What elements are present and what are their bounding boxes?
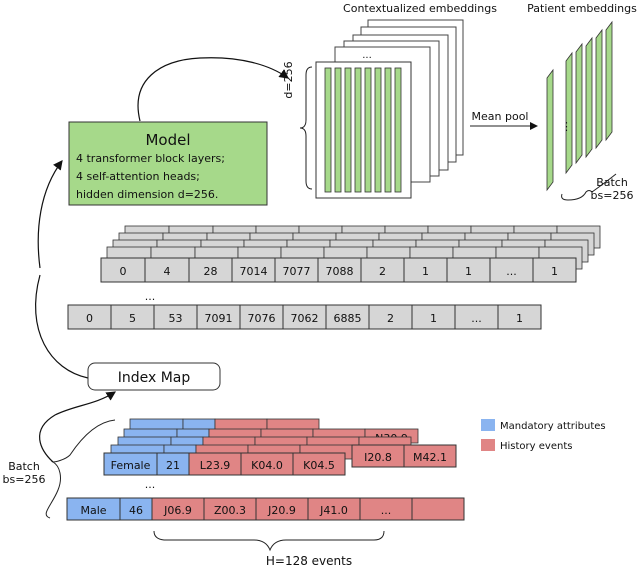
embedding-column — [324, 67, 332, 193]
event-cell-value: Male — [80, 504, 106, 517]
h-events-label: H=128 events — [266, 554, 352, 568]
bs-top-label: bs=256 — [591, 189, 634, 202]
event-cell-value: J06.9 — [163, 504, 192, 517]
legend-label-mandatory: Mandatory attributes — [500, 421, 606, 432]
index-cell-value: 0 — [86, 312, 93, 325]
index-rows-stack: 0 4 28 7014 7077 7088 2 1 1... 1 — [100, 225, 601, 283]
event-ellipsis: ... — [145, 478, 156, 491]
legend-swatch-history — [481, 439, 495, 451]
embedding-column — [394, 67, 402, 193]
index-ellipsis: ... — [145, 290, 156, 303]
embedding-column — [374, 67, 382, 193]
d-label: d=256 — [282, 61, 295, 98]
sheet-ellipsis: ... — [362, 50, 372, 61]
index-cell-value: ... — [471, 312, 482, 325]
batch-left-label: Batch — [8, 460, 40, 473]
embedding-column — [344, 67, 352, 193]
embedding-column — [334, 67, 342, 193]
index-cell-value: 4 — [164, 265, 171, 278]
patient-vdots: ⋮ — [561, 120, 572, 133]
index-cell-value: 7077 — [283, 265, 311, 278]
model-line-2: 4 self-attention heads; — [76, 170, 200, 183]
index-cell-value: 1 — [516, 312, 523, 325]
event-cell-value: J20.9 — [267, 504, 296, 517]
patient-embedding-bar — [585, 36, 593, 159]
index-cell-value: 7062 — [291, 312, 319, 325]
index-cell-value: 1 — [422, 265, 429, 278]
index-row-last: 0 5 53 7091 7076 7062 6885 2 1... 1 — [67, 304, 542, 330]
patient-embedding-bar — [595, 28, 603, 150]
patient-embeddings — [546, 20, 613, 192]
model-line-3: hidden dimension d=256. — [76, 188, 218, 201]
event-rows-stack: N30.9I20.8M42.1Female21L23.9K04.0K04.5 — [103, 418, 457, 476]
contextualized-title: Contextualized embeddings — [343, 2, 497, 15]
event-cell-value: K04.0 — [251, 459, 283, 472]
embedding-column — [354, 67, 362, 193]
index-cell-value: ... — [506, 265, 517, 278]
patient-title: Patient embeddings — [527, 2, 637, 15]
event-cell-value: 21 — [166, 459, 180, 472]
event-cell-value: Z00.3 — [214, 504, 246, 517]
bs-left-label: bs=256 — [3, 473, 46, 486]
index-cell-value: 7076 — [248, 312, 276, 325]
patient-embedding-bar — [605, 20, 613, 142]
index-map-label: Index Map — [118, 370, 191, 386]
embedding-column — [364, 67, 372, 193]
diagram-canvas: Contextualized embeddings Patient embedd… — [3, 2, 638, 568]
index-cell-value: 1 — [551, 265, 558, 278]
index-cell-value: 7091 — [205, 312, 233, 325]
index-cell-value: 1 — [430, 312, 437, 325]
event-cell-value: ... — [381, 504, 392, 517]
legend-swatch-mandatory — [481, 419, 495, 431]
h-brace — [153, 530, 385, 552]
contextualized-embeddings-stack: ... — [315, 19, 464, 199]
model-line-1: 4 transformer block layers; — [76, 152, 225, 165]
event-cell-value: K04.5 — [303, 459, 335, 472]
patient-embedding-bar — [546, 68, 554, 192]
index-cell-value: 2 — [379, 265, 386, 278]
embedding-column — [384, 67, 392, 193]
event-cell-value: 46 — [129, 504, 143, 517]
mean-pool-label: Mean pool — [472, 110, 529, 123]
legend-label-history: History events — [500, 441, 572, 452]
d-brace — [299, 66, 313, 190]
event-cell-value: M42.1 — [413, 451, 447, 464]
patient-embedding-bar — [575, 42, 583, 165]
index-cell-value: 0 — [120, 265, 127, 278]
event-cell-value: L23.9 — [200, 459, 231, 472]
batch-top-label: Batch — [596, 176, 628, 189]
index-cell-value: 1 — [465, 265, 472, 278]
event-row-last: Male 46 J06.9 Z00.3 J20.9 J41.0... — [66, 497, 465, 521]
index-cell-value: 2 — [387, 312, 394, 325]
model-to-embeddings-arrow — [137, 57, 289, 122]
events-to-indexmap-arrow — [39, 391, 117, 463]
index-cell-value: 6885 — [334, 312, 362, 325]
index-cell-value: 7088 — [326, 265, 354, 278]
index-cell-value: 5 — [129, 312, 136, 325]
model-title: Model — [145, 131, 190, 149]
index-cell-value: 28 — [204, 265, 218, 278]
index-to-model-arrow — [37, 160, 63, 269]
index-cell-value: 7014 — [240, 265, 268, 278]
patient-embedding-bar — [565, 51, 573, 175]
index-cell-value: 53 — [169, 312, 183, 325]
event-cell-value: I20.8 — [364, 451, 392, 464]
event-cell — [411, 497, 465, 521]
event-cell-value: Female — [111, 459, 151, 472]
event-cell-value: J41.0 — [319, 504, 348, 517]
